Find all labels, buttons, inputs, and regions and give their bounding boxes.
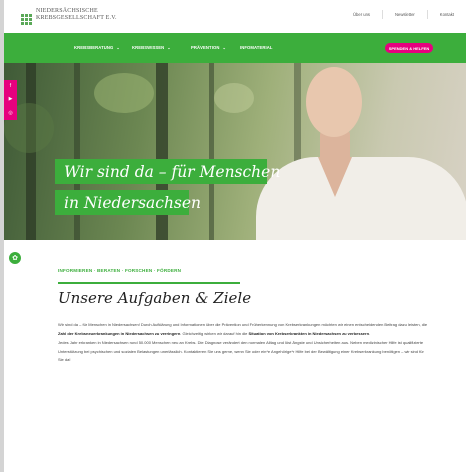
social-sidebar: f ▶ ◎ <box>4 80 17 120</box>
hero-bg-foliage <box>214 83 254 113</box>
hero-banner: Wir sind da – für Menschen in Niedersach… <box>4 63 466 240</box>
chevron-down-icon: ⌄ <box>167 45 171 50</box>
nav-item-krebsberatung[interactable]: KREBSBERATUNG ⌄ <box>74 45 120 50</box>
nav-item-label: KREBSWISSEN <box>132 45 165 50</box>
top-link-kontakt[interactable]: Kontakt <box>426 10 466 19</box>
main-nav: KREBSBERATUNG ⌄ KREBSWISSEN ⌄ PRÄVENTION ⌄ … <box>4 33 466 63</box>
facebook-icon[interactable]: f <box>10 84 11 89</box>
hero-claim-line-1: Wir sind da – für Menschen <box>55 159 280 184</box>
top-link-newsletter[interactable]: Newsletter <box>382 10 427 19</box>
hero-claim-line-2: in Niedersachsen <box>55 190 201 215</box>
logo-mark-icon <box>21 14 32 25</box>
section-tagline: INFORMIEREN · BERATEN · FORSCHEN · FÖRDE… <box>58 268 182 273</box>
nav-item-label: KREBSBERATUNG <box>74 45 114 50</box>
logo-wordmark: Niedersächsische Krebsgesellschaft e.V. <box>36 8 117 21</box>
instagram-icon[interactable]: ◎ <box>8 110 12 116</box>
hero-photo-person <box>256 63 466 240</box>
intro-paragraph-1: Wir sind da – für Menschen in Niedersach… <box>58 322 428 336</box>
nav-item-infomaterial[interactable]: INFOMATERIAL <box>240 45 273 50</box>
nav-item-label: PRÄVENTION <box>191 45 220 50</box>
logo-line-2: Krebsgesellschaft e.V. <box>36 14 117 21</box>
hero-bg-foliage <box>94 73 154 113</box>
top-link-ueber-uns[interactable]: Über uns <box>341 10 382 19</box>
donate-button[interactable]: SPENDEN & HELFEN <box>385 43 433 53</box>
chevron-down-icon: ⌄ <box>222 45 226 50</box>
site-logo[interactable]: Niedersächsische Krebsgesellschaft e.V. <box>21 8 117 25</box>
intro-section: INFORMIEREN · BERATEN · FORSCHEN · FÖRDE… <box>58 268 430 365</box>
top-utility-nav: Über uns Newsletter Kontakt <box>341 10 466 19</box>
youtube-icon[interactable]: ▶ <box>9 97 13 102</box>
nav-item-praevention[interactable]: PRÄVENTION ⌄ <box>191 45 226 50</box>
intro-paragraph-2: Jedes Jahr erkranken in Niedersachsen ru… <box>58 340 424 362</box>
hero-bg-tree <box>209 63 214 240</box>
section-heading: Unsere Aufgaben & Ziele <box>58 289 252 307</box>
nav-item-label: INFOMATERIAL <box>240 45 273 50</box>
top-header: Niedersächsische Krebsgesellschaft e.V. … <box>4 0 466 33</box>
chevron-down-icon: ⌄ <box>116 45 120 50</box>
accessibility-badge-icon[interactable]: ✿ <box>9 252 21 264</box>
nav-item-krebswissen[interactable]: KREBSWISSEN ⌄ <box>132 45 171 50</box>
section-divider <box>58 282 240 284</box>
